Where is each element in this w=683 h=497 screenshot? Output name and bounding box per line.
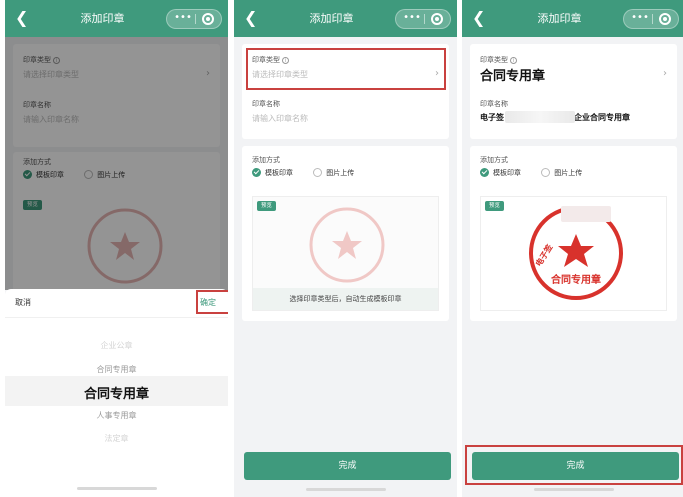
seal-info-card: 印章类型 i 合同专用章 › 印章名称 电子签 企业合同专用章 <box>470 44 677 139</box>
chevron-right-icon: › <box>663 68 667 79</box>
nav-bar: ❮ 添加印章 ••• <box>462 0 683 37</box>
preview-hint: 选择印章类型后，自动生成模板印章 <box>253 288 438 310</box>
close-target-icon[interactable] <box>659 13 671 25</box>
home-indicator <box>306 488 386 491</box>
picker-divider <box>5 317 228 318</box>
screen-empty-form: ❮ 添加印章 ••• 印章类型 i 请选择印章类型 › 印章名称 请输入印章名称 … <box>234 0 457 497</box>
seal-type-placeholder[interactable]: 请选择印章类型 <box>252 69 308 80</box>
seal-center-text: 合同专用章 <box>550 273 601 286</box>
seal-name-label: 印章名称 <box>480 100 508 108</box>
seal-info-card: 印章类型 i 请选择印章类型 › 印章名称 请输入印章名称 <box>242 44 449 139</box>
radio-unchecked-icon[interactable] <box>313 168 323 177</box>
chevron-right-icon: › <box>435 68 439 79</box>
faded-seal-icon <box>309 207 385 283</box>
seal-ring-text: 电子签 <box>533 242 555 269</box>
add-method-label: 添加方式 <box>252 156 280 164</box>
option-upload[interactable]: 图片上传 <box>554 169 582 177</box>
home-indicator <box>77 487 157 490</box>
add-method-card: 添加方式 模板印章 图片上传 预览 选择印章类型后，自动生成模板印章 <box>242 146 449 321</box>
add-method-card: 添加方式 模板印章 图片上传 预览 电子签 合同专用章 <box>470 146 677 321</box>
more-dots-icon[interactable]: ••• <box>402 10 422 28</box>
seal-name-suffix: 企业合同专用章 <box>574 113 630 122</box>
radio-checked-icon[interactable] <box>252 168 261 177</box>
seal-name-label: 印章名称 <box>252 100 280 108</box>
picker-option[interactable]: 合同专用章 <box>5 364 228 375</box>
nav-bar: ❮ 添加印章 ••• <box>5 0 228 37</box>
seal-type-label: 印章类型 i <box>252 55 289 65</box>
picker-sheet: 取消 确定 企业公章 合同专用章 合同专用章 人事专用章 法定章 <box>5 289 228 497</box>
seal-name-input[interactable]: 请输入印章名称 <box>252 113 308 124</box>
preview-area: 预览 电子签 合同专用章 <box>480 196 667 311</box>
done-button[interactable]: 完成 <box>472 452 679 480</box>
preview-badge: 预览 <box>257 201 277 211</box>
add-method-label: 添加方式 <box>480 156 508 164</box>
add-method-options: 模板印章 图片上传 <box>480 168 582 178</box>
radio-checked-icon[interactable] <box>480 168 489 177</box>
nav-bar: ❮ 添加印章 ••• <box>234 0 457 37</box>
picker-confirm-button[interactable]: 确定 <box>200 297 216 308</box>
capsule-divider <box>652 14 653 24</box>
option-upload[interactable]: 图片上传 <box>326 169 354 177</box>
done-button[interactable]: 完成 <box>244 452 451 480</box>
info-icon: i <box>282 57 289 64</box>
redacted-company-name <box>505 111 575 123</box>
add-method-options: 模板印章 图片上传 <box>252 168 354 178</box>
more-dots-icon[interactable]: ••• <box>630 10 650 28</box>
seal-type-label: 印章类型 i <box>480 55 517 65</box>
screen-filled-form: ❮ 添加印章 ••• 印章类型 i 合同专用章 › 印章名称 电子签 企业合同专用章… <box>462 0 683 497</box>
preview-badge: 预览 <box>485 201 505 211</box>
modal-mask[interactable] <box>5 37 228 290</box>
mini-program-capsule[interactable]: ••• <box>623 9 679 29</box>
picker-option[interactable]: 人事专用章 <box>5 410 228 421</box>
preview-area: 预览 选择印章类型后，自动生成模板印章 <box>252 196 439 311</box>
capsule-divider <box>195 14 196 24</box>
seal-type-value[interactable]: 合同专用章 <box>480 65 545 84</box>
picker-cancel-button[interactable]: 取消 <box>15 297 31 308</box>
home-indicator <box>534 488 614 491</box>
more-dots-icon[interactable]: ••• <box>173 10 193 28</box>
picker-option-selected[interactable]: 合同专用章 <box>5 383 228 402</box>
picker-option[interactable]: 企业公章 <box>5 340 228 351</box>
option-template[interactable]: 模板印章 <box>265 169 293 177</box>
info-icon: i <box>510 57 517 64</box>
picker-option[interactable]: 法定章 <box>5 433 228 444</box>
screen-picker-open: ❮ 添加印章 ••• 印章类型 i 请选择印章类型 › 印章名称 请输入印章名称 … <box>5 0 228 497</box>
close-target-icon[interactable] <box>202 13 214 25</box>
mini-program-capsule[interactable]: ••• <box>166 9 222 29</box>
mini-program-capsule[interactable]: ••• <box>395 9 451 29</box>
close-target-icon[interactable] <box>431 13 443 25</box>
capsule-divider <box>424 14 425 24</box>
option-template[interactable]: 模板印章 <box>493 169 521 177</box>
radio-unchecked-icon[interactable] <box>541 168 551 177</box>
seal-name-prefix: 电子签 <box>480 113 504 122</box>
redacted-seal-ring <box>561 206 611 222</box>
